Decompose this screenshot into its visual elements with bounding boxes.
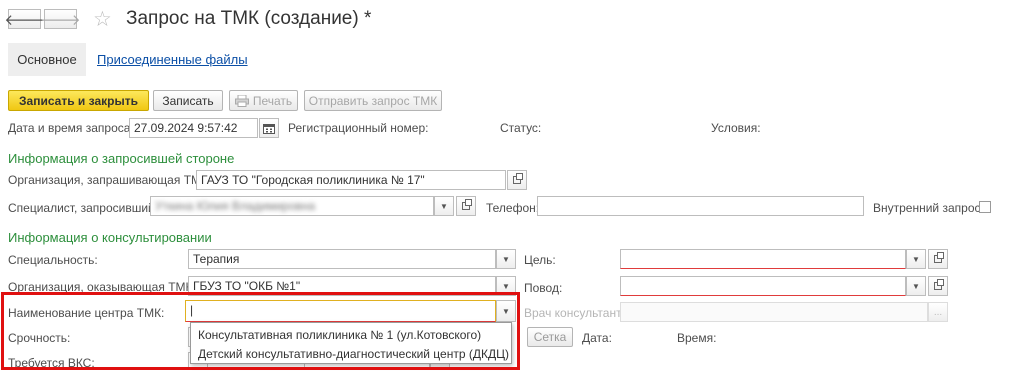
open-reason-button[interactable] <box>928 276 948 296</box>
open-specialist-button[interactable] <box>456 196 476 216</box>
phone-field[interactable] <box>537 196 864 216</box>
star-icon[interactable]: ☆ <box>93 7 112 32</box>
requesting-specialist-field[interactable]: Уткина Юлия Владимировна <box>150 196 434 216</box>
requester-section-title: Информация о запросившей стороне <box>8 151 235 166</box>
specialist-dropdown-button[interactable]: ▼ <box>434 196 454 216</box>
chevron-down-icon: ▼ <box>912 254 920 264</box>
consult-section-title: Информация о консультировании <box>8 230 212 245</box>
reason-field[interactable] <box>620 276 906 296</box>
calendar-icon <box>263 123 275 134</box>
printer-icon <box>234 94 249 107</box>
reason-dropdown-button[interactable]: ▼ <box>906 276 926 296</box>
grid-button[interactable]: Сетка <box>527 327 573 347</box>
arrow-left-icon: 🡐 <box>4 11 45 29</box>
specialty-field[interactable]: Терапия <box>188 249 496 269</box>
save-and-close-button[interactable]: Записать и закрыть <box>8 90 149 111</box>
chevron-down-icon: ▼ <box>502 254 510 264</box>
open-icon <box>462 199 472 210</box>
open-icon <box>934 279 944 290</box>
forward-button[interactable]: 🡒 <box>40 9 81 29</box>
save-and-close-label: Записать и закрыть <box>19 93 138 108</box>
request-datetime-field[interactable]: 27.09.2024 9:57:42 <box>129 118 258 138</box>
tab-main[interactable]: Основное <box>8 43 86 76</box>
consultant-doctor-field[interactable] <box>620 302 928 322</box>
internal-request-checkbox[interactable] <box>979 201 991 213</box>
open-goal-button[interactable] <box>928 249 948 269</box>
registration-number-label: Регистрационный номер: <box>288 121 429 135</box>
grid-button-label: Сетка <box>533 330 567 344</box>
specialist-name: Уткина Юлия Владимировна <box>155 199 316 213</box>
save-label: Записать <box>162 93 214 108</box>
status-label: Статус: <box>500 121 542 135</box>
date-label: Дата: <box>582 331 612 345</box>
specialty-label: Специальность: <box>8 253 98 267</box>
goal-field[interactable] <box>620 249 906 269</box>
phone-label: Телефон: <box>486 201 540 215</box>
page-title: Запрос на ТМК (создание) * <box>126 8 372 29</box>
save-button[interactable]: Записать <box>153 90 223 111</box>
arrow-right-icon: 🡒 <box>40 11 81 29</box>
tab-main-label: Основное <box>17 52 77 67</box>
calendar-button[interactable] <box>259 118 279 138</box>
tab-attached-files[interactable]: Присоединенные файлы <box>97 52 248 67</box>
internal-request-label: Внутренний запрос: <box>873 201 984 215</box>
send-tmk-request-label: Отправить запрос ТМК <box>308 93 438 108</box>
ellipsis-icon: ... <box>933 306 943 318</box>
requesting-org-label: Организация, запрашивающая ТМК: <box>8 173 212 187</box>
open-icon <box>513 173 523 184</box>
chevron-down-icon: ▼ <box>440 201 448 211</box>
specialty-dropdown-button[interactable]: ▼ <box>496 249 516 269</box>
send-tmk-request-button[interactable]: Отправить запрос ТМК <box>304 90 442 111</box>
conditions-label: Условия: <box>711 121 761 135</box>
goal-label: Цель: <box>524 253 556 267</box>
request-datetime-label: Дата и время запроса: <box>8 121 134 135</box>
goal-dropdown-button[interactable]: ▼ <box>906 249 926 269</box>
print-label: Печать <box>252 93 293 108</box>
highlight-frame <box>1 292 520 370</box>
chevron-down-icon: ▼ <box>912 281 920 291</box>
chevron-down-icon: ▼ <box>502 281 510 291</box>
consultant-doctor-label: Врач консультант: <box>524 306 625 320</box>
print-button[interactable]: Печать <box>229 90 298 111</box>
requesting-org-field[interactable]: ГАУЗ ТО "Городская поликлиника № 17" <box>196 170 506 190</box>
requesting-specialist-label: Специалист, запросивший: <box>8 201 159 215</box>
time-label: Время: <box>677 331 717 345</box>
reason-label: Повод: <box>524 281 563 295</box>
open-requesting-org-button[interactable] <box>507 170 527 190</box>
open-icon <box>934 252 944 263</box>
back-button[interactable]: 🡐 <box>4 9 45 29</box>
select-doctor-button[interactable]: ... <box>928 302 948 322</box>
